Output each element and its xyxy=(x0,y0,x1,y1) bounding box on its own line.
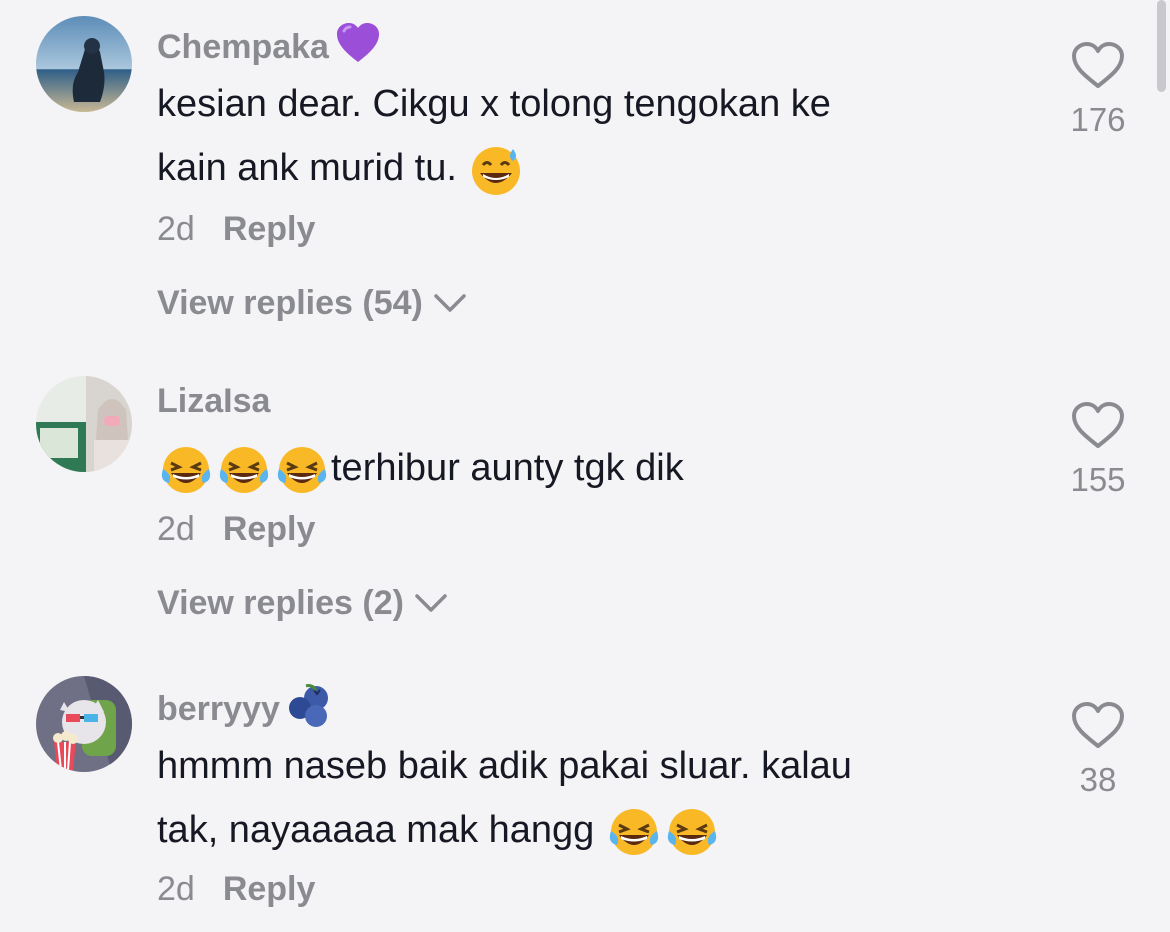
reply-button[interactable]: Reply xyxy=(223,510,316,549)
avatar[interactable] xyxy=(36,376,132,472)
heart-outline-icon xyxy=(1070,700,1126,755)
chevron-down-icon xyxy=(414,584,448,623)
like-count: 155 xyxy=(1070,461,1126,498)
tears-of-joy-icon xyxy=(607,805,661,859)
username[interactable]: LizaIsa xyxy=(157,382,270,421)
comment-text: hmmm naseb baik adik pakai sluar. kalau … xyxy=(157,734,977,862)
like-button[interactable]: 155 xyxy=(1062,400,1134,499)
view-replies-button[interactable]: View replies (2) xyxy=(157,584,448,623)
blueberries-icon xyxy=(286,682,332,737)
comment-text: kesian dear. Cikgu x tolong tengokan ke … xyxy=(157,72,977,200)
username[interactable]: berryyy xyxy=(157,682,332,737)
comment-text: terhibur aunty tgk dik xyxy=(157,436,977,500)
heart-outline-icon xyxy=(1070,40,1126,95)
tears-of-joy-icon xyxy=(159,443,213,497)
comment-meta: 2d Reply xyxy=(157,510,315,549)
timestamp: 2d xyxy=(157,210,195,248)
avatar[interactable] xyxy=(36,676,132,772)
reply-button[interactable]: Reply xyxy=(223,870,316,909)
scrollbar[interactable] xyxy=(1157,0,1166,92)
comment-meta: 2d Reply xyxy=(157,870,315,909)
reply-button[interactable]: Reply xyxy=(223,210,316,249)
chevron-down-icon xyxy=(433,284,467,323)
tears-of-joy-icon xyxy=(217,443,271,497)
avatar[interactable] xyxy=(36,16,132,112)
purple-heart-icon xyxy=(335,20,381,75)
like-count: 38 xyxy=(1079,761,1117,798)
timestamp: 2d xyxy=(157,510,195,548)
heart-outline-icon xyxy=(1070,400,1126,455)
comment-meta: 2d Reply xyxy=(157,210,315,249)
like-button[interactable]: 38 xyxy=(1062,700,1134,799)
timestamp: 2d xyxy=(157,870,195,908)
like-count: 176 xyxy=(1070,101,1126,138)
grinning-sweat-face-icon xyxy=(469,143,523,197)
username[interactable]: Chempaka xyxy=(157,20,381,75)
tears-of-joy-icon xyxy=(665,805,719,859)
like-button[interactable]: 176 xyxy=(1062,40,1134,139)
tears-of-joy-icon xyxy=(275,443,329,497)
view-replies-button[interactable]: View replies (54) xyxy=(157,284,467,323)
